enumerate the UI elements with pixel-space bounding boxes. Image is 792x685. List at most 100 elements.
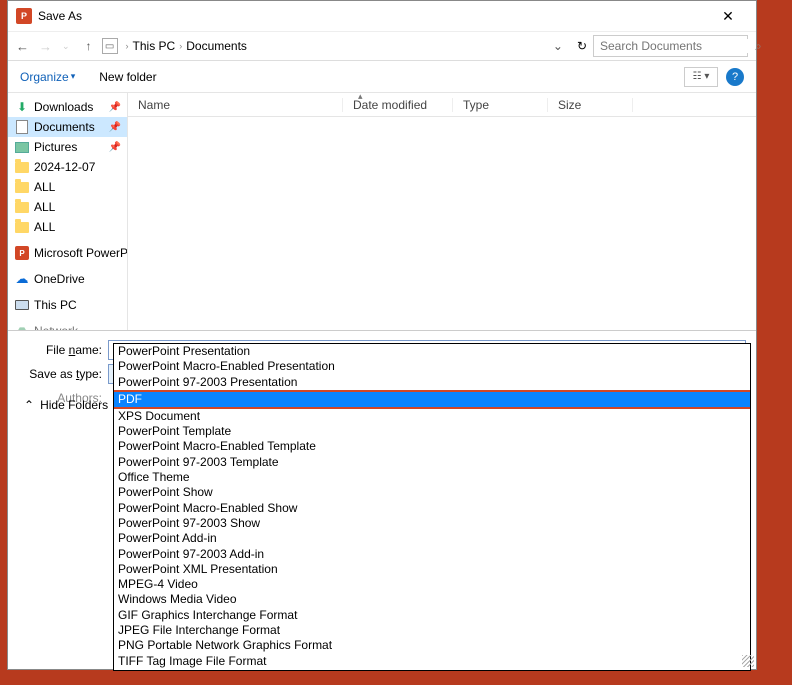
savetype-option[interactable]: PowerPoint Macro-Enabled Template bbox=[114, 439, 750, 454]
tree-network[interactable]: ⬣ Network bbox=[8, 321, 127, 330]
savetype-option[interactable]: PNG Portable Network Graphics Format bbox=[114, 638, 750, 653]
savetype-option[interactable]: Device Independent Bitmap bbox=[114, 669, 750, 671]
tree-pictures[interactable]: Pictures 📌 bbox=[8, 137, 127, 157]
pin-icon: 📌 bbox=[109, 142, 121, 153]
document-icon bbox=[14, 120, 30, 134]
network-icon: ⬣ bbox=[14, 324, 30, 330]
savetype-option[interactable]: PowerPoint Macro-Enabled Show bbox=[114, 501, 750, 516]
tree-powerpoint[interactable]: P Microsoft PowerP bbox=[8, 243, 127, 263]
hide-folders-label: Hide Folders bbox=[40, 398, 108, 412]
monitor-icon bbox=[14, 298, 30, 312]
main-area: ⬇ Downloads 📌 Documents 📌 Pictures 📌 202… bbox=[8, 93, 756, 330]
up-button[interactable]: ↑ bbox=[86, 39, 92, 53]
sort-indicator-icon: ▴ bbox=[358, 91, 363, 102]
tree-item-label: Network bbox=[34, 324, 78, 330]
tree-item-label: OneDrive bbox=[34, 272, 85, 286]
savetype-label: Save as type: bbox=[8, 367, 108, 381]
tree-item-label: Microsoft PowerP bbox=[34, 246, 128, 260]
refresh-button[interactable]: ↻ bbox=[571, 39, 593, 53]
picture-icon bbox=[14, 140, 30, 154]
tree-folder-date[interactable]: 2024-12-07 bbox=[8, 157, 127, 177]
powerpoint-icon: P bbox=[16, 8, 32, 24]
toolbar: Organize ▾ New folder ☷ ▾ ? bbox=[8, 61, 756, 93]
organize-button[interactable]: Organize bbox=[20, 70, 69, 84]
savetype-option[interactable]: PDF bbox=[114, 390, 750, 409]
back-button[interactable]: ← bbox=[16, 39, 29, 54]
tree-item-label: 2024-12-07 bbox=[34, 160, 95, 174]
savetype-option[interactable]: PowerPoint Macro-Enabled Presentation bbox=[114, 359, 750, 374]
folder-icon bbox=[14, 160, 30, 174]
savetype-option[interactable]: Windows Media Video bbox=[114, 592, 750, 607]
savetype-option[interactable]: PowerPoint Add-in bbox=[114, 531, 750, 546]
savetype-option[interactable]: PowerPoint 97-2003 Template bbox=[114, 455, 750, 470]
savetype-option[interactable]: MPEG-4 Video bbox=[114, 577, 750, 592]
savetype-option[interactable]: JPEG File Interchange Format bbox=[114, 623, 750, 638]
dialog-title: Save As bbox=[38, 9, 708, 23]
tree-this-pc[interactable]: This PC bbox=[8, 295, 127, 315]
tree-onedrive[interactable]: ☁ OneDrive bbox=[8, 269, 127, 289]
breadcrumb-sep: › bbox=[179, 41, 182, 51]
list-header: ▴ Name Date modified Type Size bbox=[128, 93, 756, 117]
pin-icon: 📌 bbox=[109, 102, 121, 113]
cloud-icon: ☁ bbox=[14, 272, 30, 286]
savetype-option[interactable]: PowerPoint Presentation bbox=[114, 344, 750, 359]
forward-button[interactable]: → bbox=[39, 39, 52, 54]
tree-folder-all[interactable]: ALL bbox=[8, 197, 127, 217]
tree-documents[interactable]: Documents 📌 bbox=[8, 117, 127, 137]
savetype-option[interactable]: PowerPoint XML Presentation bbox=[114, 562, 750, 577]
chevron-up-icon: ⌃ bbox=[24, 398, 34, 412]
nav-bar: ← → ⌄ ↑ ▭ › This PC › Documents ⌄ ↻ ⌕ bbox=[8, 31, 756, 61]
search-icon[interactable]: ⌕ bbox=[755, 39, 762, 54]
title-bar: P Save As ✕ bbox=[8, 1, 756, 31]
hide-folders-button[interactable]: ⌃ Hide Folders bbox=[24, 398, 108, 412]
folder-icon bbox=[14, 200, 30, 214]
breadcrumb-dropdown-icon[interactable]: ⌄ bbox=[553, 39, 563, 53]
breadcrumb-root-sep[interactable]: › bbox=[126, 41, 129, 51]
search-box[interactable]: ⌕ bbox=[593, 35, 748, 57]
column-name[interactable]: Name bbox=[128, 98, 343, 112]
tree-downloads[interactable]: ⬇ Downloads 📌 bbox=[8, 97, 127, 117]
download-icon: ⬇ bbox=[14, 100, 30, 114]
tree-item-label: ALL bbox=[34, 200, 55, 214]
savetype-option[interactable]: TIFF Tag Image File Format bbox=[114, 654, 750, 669]
column-size[interactable]: Size bbox=[548, 98, 633, 112]
address-icon[interactable]: ▭ bbox=[102, 38, 118, 54]
view-options-button[interactable]: ☷ ▾ bbox=[684, 67, 718, 87]
tree-item-label: ALL bbox=[34, 180, 55, 194]
tree-item-label: Documents bbox=[34, 120, 95, 134]
savetype-option[interactable]: Office Theme bbox=[114, 470, 750, 485]
resize-grip[interactable] bbox=[742, 655, 754, 667]
savetype-option[interactable]: PowerPoint 97-2003 Add-in bbox=[114, 547, 750, 562]
file-list[interactable]: ▴ Name Date modified Type Size bbox=[128, 93, 756, 330]
save-as-dialog: P Save As ✕ ← → ⌄ ↑ ▭ › This PC › Docume… bbox=[7, 0, 757, 670]
breadcrumb-documents[interactable]: Documents bbox=[186, 39, 247, 53]
savetype-option[interactable]: XPS Document bbox=[114, 409, 750, 424]
powerpoint-icon: P bbox=[14, 246, 30, 260]
tree-item-label: This PC bbox=[34, 298, 77, 312]
savetype-option[interactable]: PowerPoint 97-2003 Show bbox=[114, 516, 750, 531]
savetype-dropdown[interactable]: PowerPoint PresentationPowerPoint Macro-… bbox=[113, 343, 751, 671]
new-folder-button[interactable]: New folder bbox=[99, 70, 156, 84]
nav-tree[interactable]: ⬇ Downloads 📌 Documents 📌 Pictures 📌 202… bbox=[8, 93, 128, 330]
close-button[interactable]: ✕ bbox=[708, 8, 748, 25]
tree-item-label: ALL bbox=[34, 220, 55, 234]
savetype-option[interactable]: GIF Graphics Interchange Format bbox=[114, 608, 750, 623]
savetype-option[interactable]: PowerPoint Template bbox=[114, 424, 750, 439]
recent-dropdown-icon[interactable]: ⌄ bbox=[62, 41, 70, 52]
column-type[interactable]: Type bbox=[453, 98, 548, 112]
organize-dropdown-icon[interactable]: ▾ bbox=[71, 71, 76, 82]
search-input[interactable] bbox=[600, 39, 755, 53]
pin-icon: 📌 bbox=[109, 122, 121, 133]
filename-label: File name: bbox=[8, 343, 108, 357]
savetype-option[interactable]: PowerPoint 97-2003 Presentation bbox=[114, 375, 750, 390]
tree-folder-all[interactable]: ALL bbox=[8, 177, 127, 197]
folder-icon bbox=[14, 220, 30, 234]
tree-item-label: Downloads bbox=[34, 100, 93, 114]
breadcrumb-this-pc[interactable]: This PC bbox=[133, 39, 176, 53]
help-button[interactable]: ? bbox=[726, 68, 744, 86]
tree-folder-all[interactable]: ALL bbox=[8, 217, 127, 237]
savetype-option[interactable]: PowerPoint Show bbox=[114, 485, 750, 500]
breadcrumb[interactable]: › This PC › Documents ⌄ bbox=[122, 39, 567, 53]
tree-item-label: Pictures bbox=[34, 140, 77, 154]
folder-icon bbox=[14, 180, 30, 194]
